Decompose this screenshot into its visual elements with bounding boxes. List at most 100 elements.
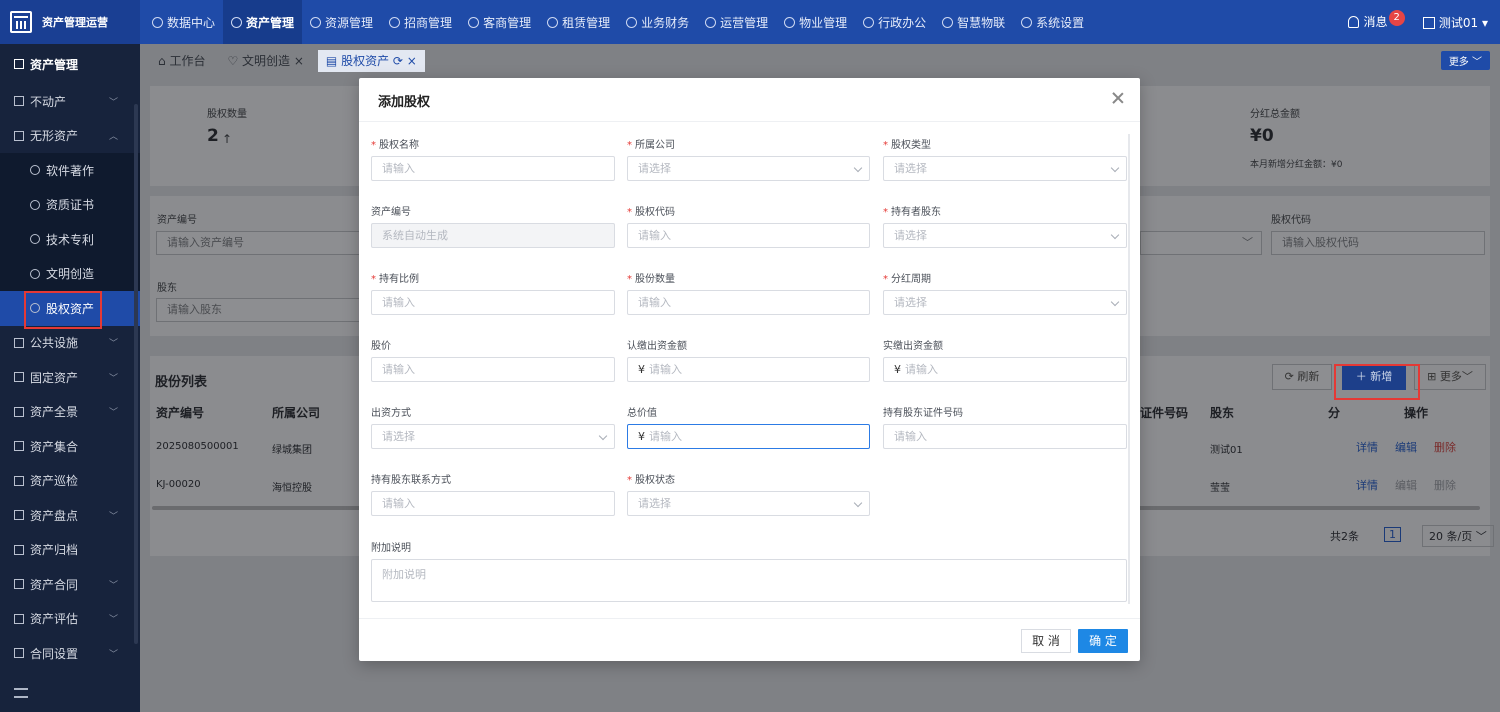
sidebar-item-real-estate[interactable]: 不动产 ﹀ [0,84,140,119]
home-icon [547,16,559,28]
nav-item-property[interactable]: 物业管理 [776,0,855,44]
sidebar-scrollbar[interactable] [134,104,138,644]
chevron-down-icon: ﹀ [108,97,118,108]
price-input[interactable]: 请输入 [371,357,615,382]
sidebar-item-panorama[interactable]: 资产全景 ﹀ [0,395,140,430]
note-textarea[interactable]: 附加说明 [371,559,1127,602]
nav-item-operations[interactable]: 运营管理 [697,0,776,44]
edit-link[interactable]: 编辑 [1395,439,1417,455]
label-ratio: * 持有比例 [371,274,419,285]
delete-link[interactable]: 删除 [1434,477,1456,493]
confirm-button[interactable]: 确 定 [1078,629,1128,653]
chevron-down-icon [1110,163,1120,173]
chevron-down-icon: ﹀ [108,339,118,350]
brand[interactable]: 资产管理运营 [0,0,140,44]
filter-code-input[interactable]: 请输入股权代码 [1271,231,1485,255]
dialog-header: 添加股权 [359,78,1140,122]
copyright-icon [30,165,40,176]
nav-item-leasing[interactable]: 租赁管理 [539,0,618,44]
pager-current[interactable]: 1 [1384,527,1401,542]
sidebar-item-fixed-assets[interactable]: 固定资产 ﹀ [0,360,140,395]
ratio-input[interactable]: 请输入 [371,290,615,315]
detail-link[interactable]: 详情 [1356,439,1378,455]
user-menu[interactable]: 测试01 ▾ [1422,14,1488,31]
label-method: 出资方式 [371,408,411,419]
sidebar-item-collection[interactable]: 资产集合 [0,429,140,464]
chevron-down-icon [1110,297,1120,307]
sidebar-item-patents[interactable]: 技术专利 [0,222,140,257]
id-no-input[interactable]: 请输入 [883,424,1127,449]
cell-company: 海恒控股 [272,483,312,494]
equity-code-input[interactable]: 请输入 [627,223,870,248]
sidebar-item-intangible[interactable]: 无形资产 ︿ [0,119,140,154]
filter-code-label: 股权代码 [1271,215,1311,226]
subscribed-input[interactable]: ¥ 请输入 [627,357,870,382]
tab-workbench[interactable]: ⌂ 工作台 [150,50,213,72]
nav-item-admin[interactable]: 行政办公 [855,0,934,44]
stat-dividend-label: 分红总金额 [1250,109,1300,120]
total-value-input[interactable]: ¥ 请输入 [627,424,870,449]
filter-holder-input[interactable]: 请输入股东 [156,298,360,322]
sidebar-item-archive[interactable]: 资产归档 [0,533,140,568]
cell-asset-no: KJ-00020 [156,479,201,490]
chevron-down-icon [853,498,863,508]
messages-button[interactable]: 消息 2 [1348,9,1405,32]
document-icon [14,130,24,141]
list-more-button[interactable]: ⊞ 更多﹀ [1414,364,1486,390]
tabs-more-button[interactable]: 更多 ﹀ [1440,51,1490,70]
dividend-period-select[interactable]: 请选择 [883,290,1127,315]
sidebar-item-public-facilities[interactable]: 公共设施 ﹀ [0,326,140,361]
sidebar-item-software[interactable]: 软件著作 [0,153,140,188]
dialog-scrollbar[interactable] [1128,134,1130,604]
pager-size[interactable]: 20 条/页 ﹀ [1422,525,1494,547]
nav-item-data-center[interactable]: 数据中心 [144,0,223,44]
filter-asset-no-input[interactable]: 请输入资产编号 [156,231,360,255]
iot-icon [942,16,954,28]
contact-input[interactable]: 请输入 [371,491,615,516]
detail-link[interactable]: 详情 [1356,477,1378,493]
refresh-button[interactable]: ⟳ 刷新 [1272,364,1332,390]
sidebar-item-certificates[interactable]: 资质证书 [0,188,140,223]
certificate-icon [30,199,40,210]
sidebar-item-contracts[interactable]: 资产合同 ﹀ [0,567,140,602]
paid-input[interactable]: ¥ 请输入 [883,357,1127,382]
sidebar-item-evaluation[interactable]: 资产评估 ﹀ [0,602,140,637]
close-icon[interactable] [1110,90,1126,106]
top-right: 消息 2 测试01 ▾ [1348,0,1488,44]
sidebar-item-contract-settings[interactable]: 合同设置 ﹀ [0,636,140,671]
equity-name-input[interactable]: 请输入 [371,156,615,181]
shares-input[interactable]: 请输入 [627,290,870,315]
sidebar-item-inventory[interactable]: 资产盘点 ﹀ [0,498,140,533]
delete-link[interactable]: 删除 [1434,439,1456,455]
status-select[interactable]: 请选择 [627,491,870,516]
users-icon [468,16,480,28]
nav-item-settings[interactable]: 系统设置 [1013,0,1092,44]
nav-item-iot[interactable]: 智慧物联 [934,0,1013,44]
nav-item-investment[interactable]: 招商管理 [381,0,460,44]
cancel-button[interactable]: 取 消 [1021,629,1071,653]
trend-up-icon: ↑ [222,132,233,146]
label-company: * 所属公司 [627,140,675,151]
holder-select[interactable]: 请选择 [883,223,1127,248]
tab-creation[interactable]: ♡ 文明创造 × [219,50,311,72]
sidebar-item-inspection[interactable]: 资产巡检 [0,464,140,499]
nav-item-resources[interactable]: 资源管理 [302,0,381,44]
collapse-menu-icon[interactable] [14,688,28,698]
label-price: 股价 [371,341,391,352]
nav-item-finance[interactable]: 业务财务 [618,0,697,44]
nav-item-clients[interactable]: 客商管理 [460,0,539,44]
sidebar-item-creation[interactable]: 文明创造 [0,257,140,292]
list-title: 股份列表 [155,375,208,390]
col-asset-no: 资产编号 [156,406,205,420]
archive-icon [14,544,24,555]
stat-dividend-sub: 本月新增分红金额：¥0 [1250,160,1343,170]
method-select[interactable]: 请选择 [371,424,615,449]
equity-type-select[interactable]: 请选择 [883,156,1127,181]
label-contact: 持有股东联系方式 [371,475,451,486]
filter-select-partial[interactable]: ﹀ [1140,231,1262,255]
company-select[interactable]: 请选择 [627,156,870,181]
tab-equity[interactable]: ▤ 股权资产 ⟳ × [317,50,425,72]
edit-link[interactable]: 编辑 [1395,477,1417,493]
building-icon [784,16,796,28]
nav-item-asset-management[interactable]: 资产管理 [223,0,303,44]
